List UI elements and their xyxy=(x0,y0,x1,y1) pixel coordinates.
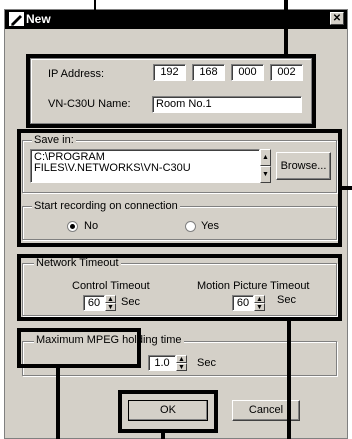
highlight-save-recording xyxy=(17,129,342,247)
close-button[interactable]: ✕ xyxy=(330,12,344,25)
callout-line-mpeg xyxy=(56,366,60,439)
callout-line-timeout xyxy=(287,319,291,439)
window-title: New xyxy=(26,12,51,26)
title-bar[interactable] xyxy=(5,10,347,29)
mpeg-holding-up[interactable]: ▲ xyxy=(176,355,187,363)
callout-line-title xyxy=(94,0,96,10)
highlight-connection xyxy=(26,54,316,128)
highlight-ok xyxy=(118,390,218,433)
callout-line-connection xyxy=(284,0,288,56)
mpeg-holding-field[interactable]: 1.0 xyxy=(148,355,176,371)
mpeg-holding-down[interactable]: ▼ xyxy=(176,363,187,371)
pen-icon xyxy=(9,12,24,26)
highlight-mpeg-holding xyxy=(17,328,141,368)
callout-line-save xyxy=(340,186,352,190)
mpeg-holding-unit: Sec xyxy=(197,357,216,369)
callout-line-ok xyxy=(161,431,165,439)
highlight-network-timeout xyxy=(17,254,342,321)
